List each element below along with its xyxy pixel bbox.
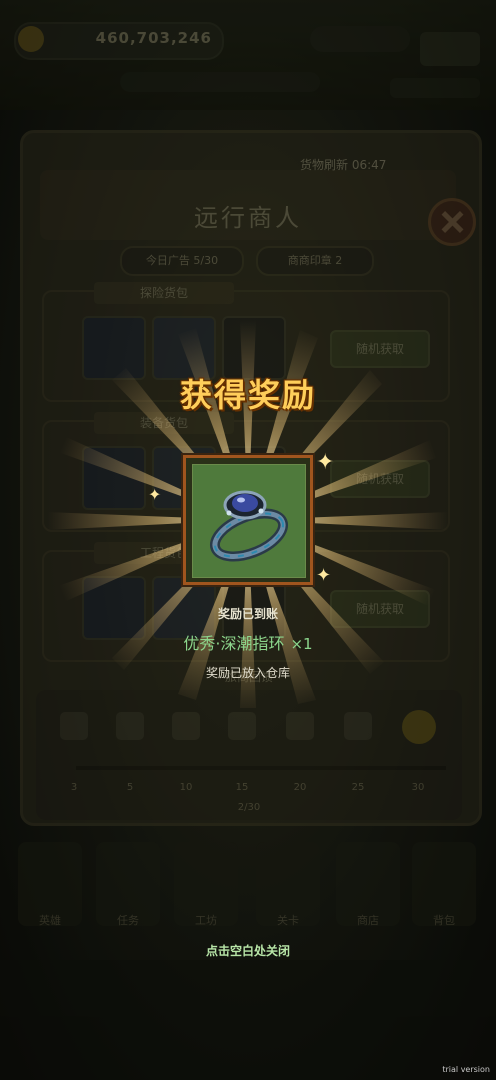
- reward-item-background: [192, 464, 306, 578]
- sparkle-icon: ✦: [316, 450, 335, 475]
- reward-item-quantity: ×1: [290, 635, 313, 653]
- reward-title: 获得奖励: [179, 376, 316, 414]
- reward-item-frame[interactable]: [183, 455, 313, 585]
- sparkle-icon: ✦: [316, 565, 332, 586]
- tap-to-close-hint[interactable]: 点击空白处关闭: [0, 942, 496, 959]
- reward-item-name: 优秀·深潮指环: [183, 634, 285, 653]
- reward-item-row: 优秀·深潮指环 ×1: [0, 630, 496, 654]
- sparkle-icon: ✦: [148, 485, 162, 504]
- game-screen[interactable]: 460,703,246 货物刷新 06:47 远行商人 今日广告 5/30 商商…: [0, 0, 496, 1080]
- reward-warehouse-label: 奖励已放入仓库: [205, 666, 290, 680]
- reward-account-label: 奖励已到账: [217, 607, 278, 621]
- ring-icon: [209, 490, 289, 562]
- watermark: trial version: [442, 1065, 490, 1074]
